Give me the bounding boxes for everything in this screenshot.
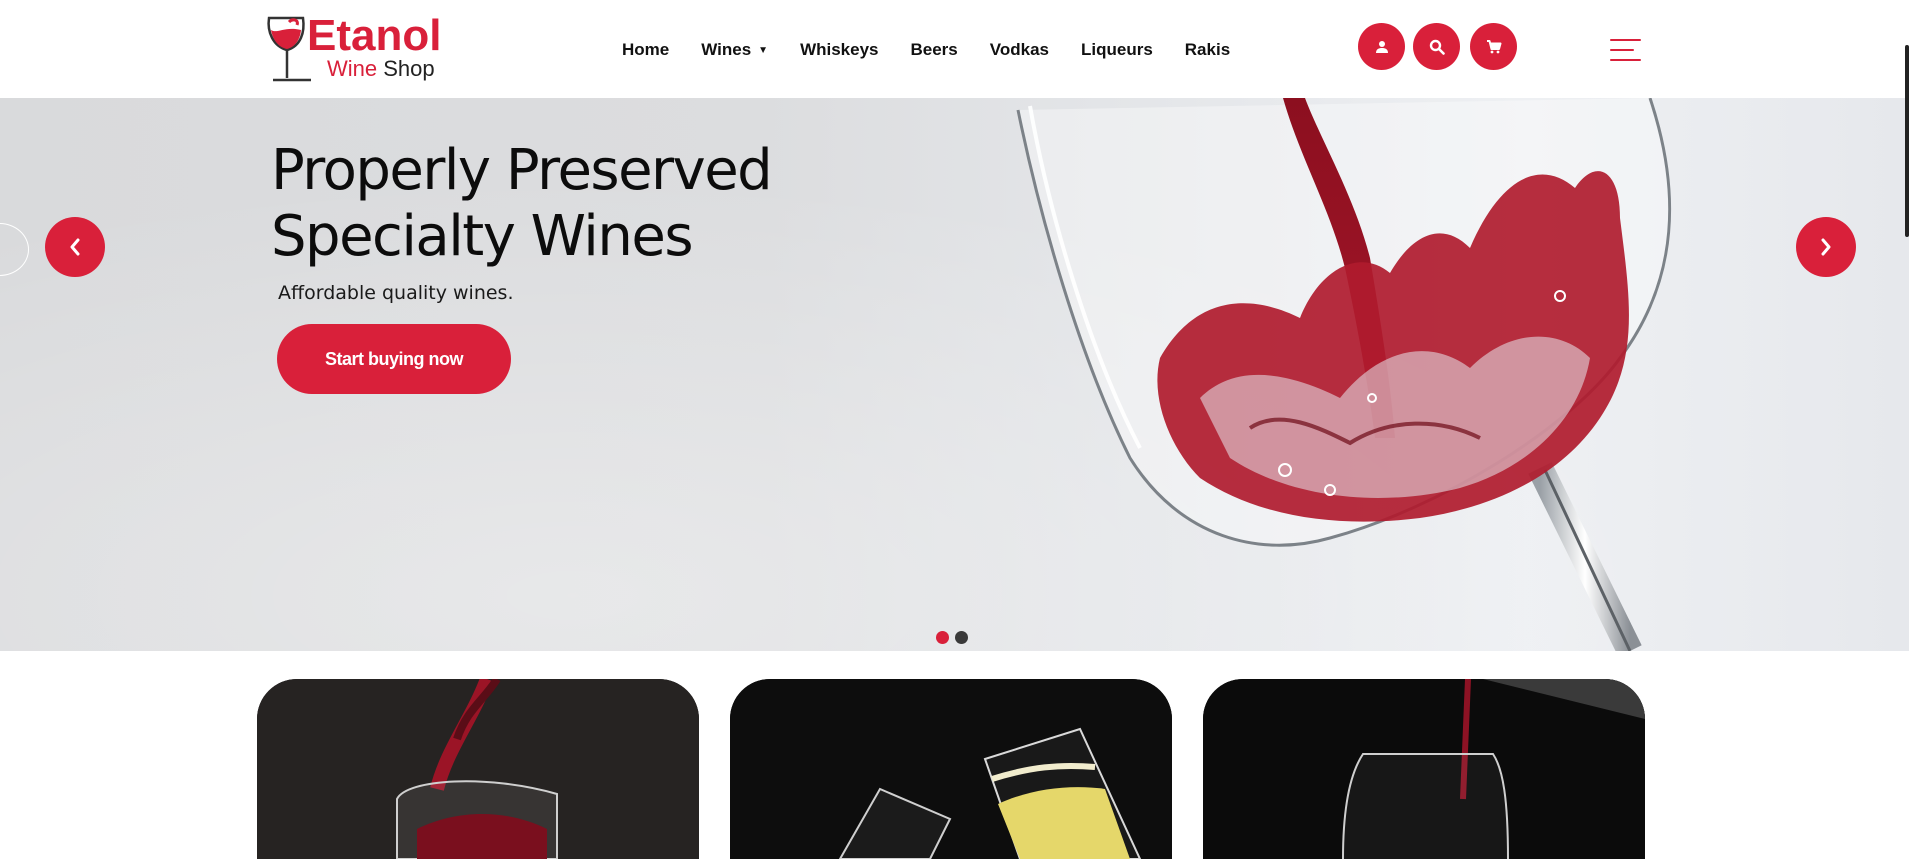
champagne-toast-image <box>730 679 1172 859</box>
site-header: Etanol Wine Shop Home Wines ▼ Whiskeys B… <box>0 0 1909 98</box>
page-scrollbar[interactable] <box>1905 45 1909 237</box>
dropdown-caret-icon: ▼ <box>758 44 769 56</box>
slide-dot-1[interactable] <box>936 631 949 644</box>
red-wine-pour-card[interactable] <box>257 679 699 859</box>
nav-wines[interactable]: Wines ▼ <box>701 40 768 60</box>
menu-line <box>1610 59 1641 61</box>
nav-rakis[interactable]: Rakis <box>1185 40 1230 60</box>
nav-home[interactable]: Home <box>622 40 669 60</box>
hero-title-line1: Properly Preserved <box>271 138 773 203</box>
logo-sub-wine: Wine <box>327 56 378 81</box>
hero-title-line2: Specialty Wines <box>271 204 694 269</box>
menu-line <box>1610 49 1634 51</box>
slider-pagination <box>936 631 974 644</box>
site-logo[interactable]: Etanol Wine Shop <box>263 14 448 84</box>
cart-button[interactable] <box>1470 23 1517 70</box>
logo-brand-text: Etanol <box>307 11 442 60</box>
red-wine-glass-image <box>257 679 699 859</box>
user-icon <box>1375 40 1388 53</box>
white-wine-pour-card[interactable] <box>1203 679 1645 859</box>
search-button[interactable] <box>1413 23 1460 70</box>
chevron-left-icon <box>70 238 80 256</box>
nav-whiskeys[interactable]: Whiskeys <box>800 40 878 60</box>
wine-glass-logo-icon <box>267 16 311 82</box>
nav-liqueurs[interactable]: Liqueurs <box>1081 40 1153 60</box>
hero-subtitle: Affordable quality wines. <box>278 282 514 304</box>
menu-icon[interactable] <box>1610 39 1641 61</box>
chevron-right-icon <box>1821 238 1831 256</box>
cart-icon <box>1486 39 1501 53</box>
start-buying-button[interactable]: Start buying now <box>277 324 511 394</box>
wine-pour-glass-image <box>1203 679 1645 859</box>
search-icon <box>1429 39 1445 55</box>
main-nav: Home Wines ▼ Whiskeys Beers Vodkas Lique… <box>622 38 1262 62</box>
sparkling-toast-card[interactable] <box>730 679 1172 859</box>
hero-title: Properly Preserved Specialty Wines <box>271 138 971 270</box>
menu-line <box>1610 39 1641 41</box>
account-button[interactable] <box>1358 23 1405 70</box>
nav-beers[interactable]: Beers <box>911 40 958 60</box>
next-slide-button[interactable] <box>1796 217 1856 277</box>
logo-sub-shop: Shop <box>383 56 435 81</box>
hero-slider: Properly Preserved Specialty Wines Affor… <box>0 98 1909 651</box>
logo-subtitle: Wine Shop <box>327 57 435 81</box>
nav-vodkas[interactable]: Vodkas <box>990 40 1049 60</box>
nav-wines-label: Wines <box>701 40 752 59</box>
prev-slide-button[interactable] <box>45 217 105 277</box>
slide-dot-2[interactable] <box>955 631 968 644</box>
